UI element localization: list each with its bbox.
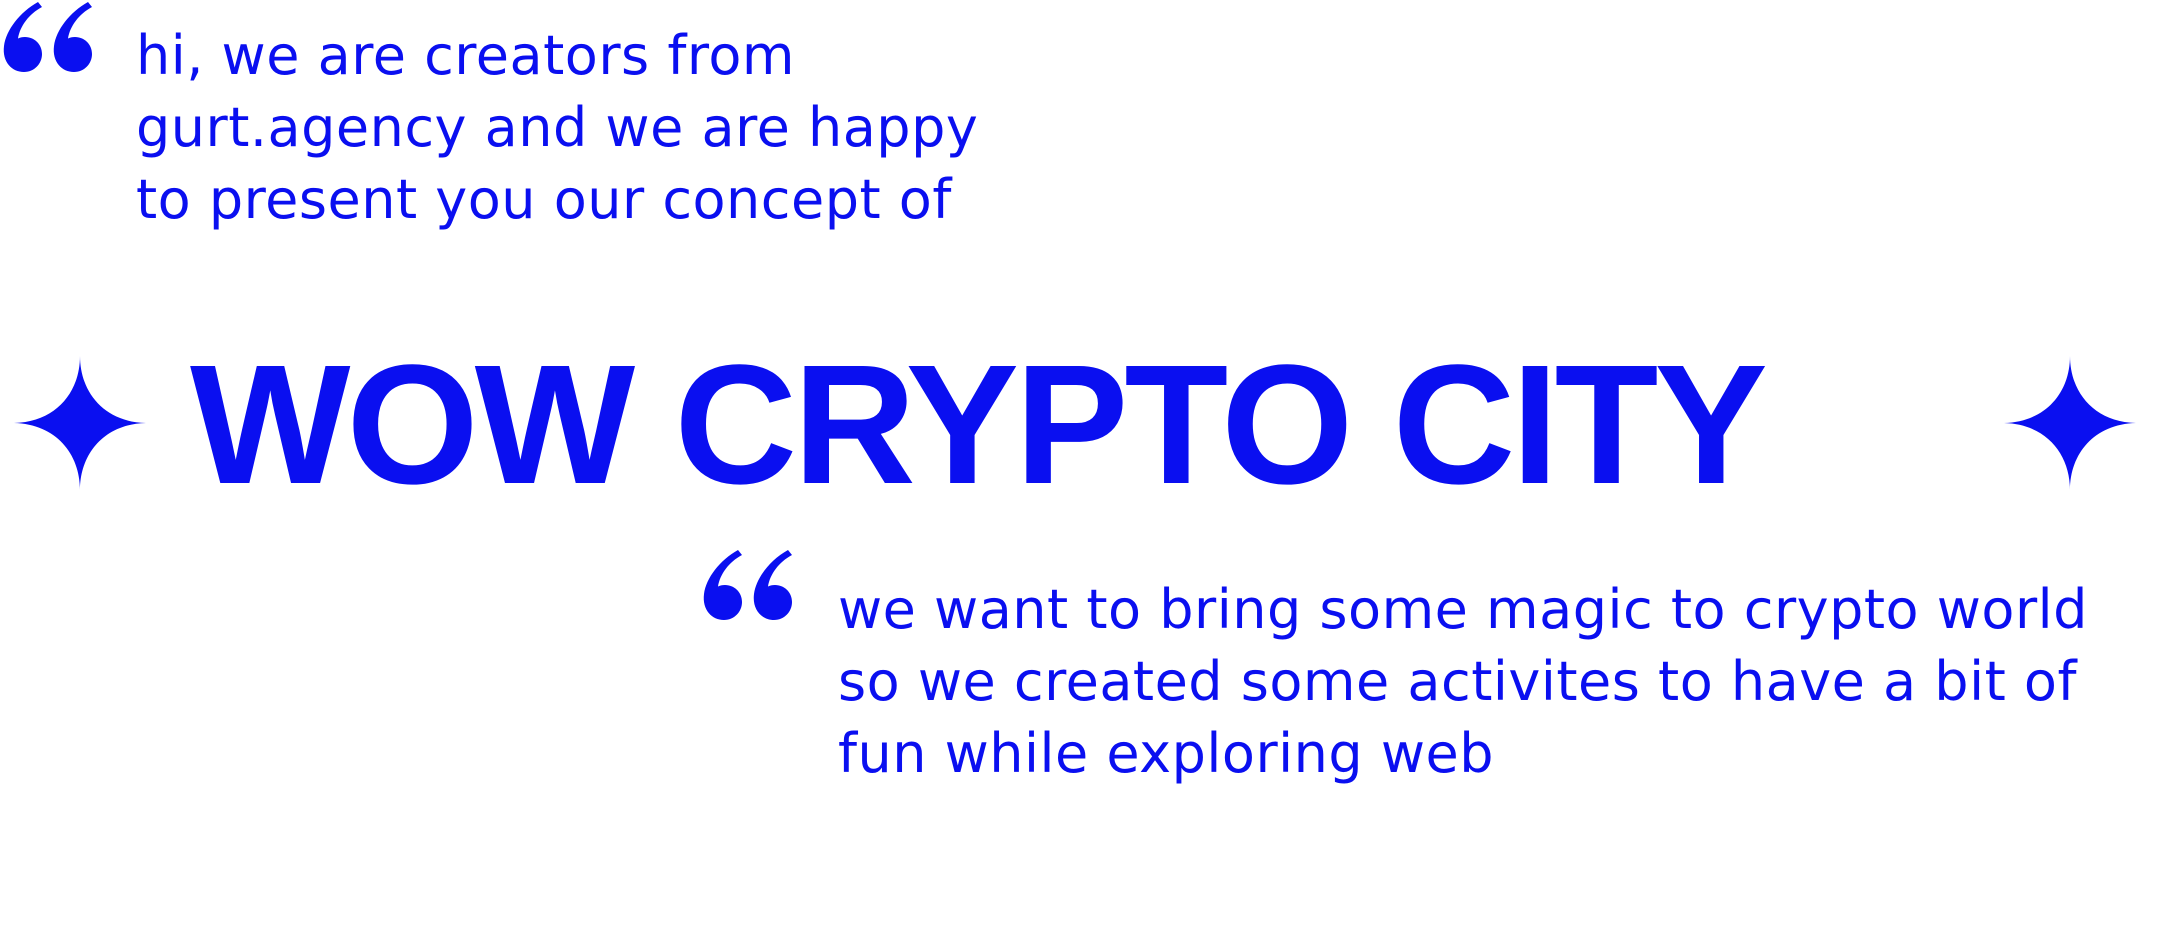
intro-line: to present you our concept of — [136, 168, 952, 231]
mission-paragraph: we want to bring some magic to crypto wo… — [838, 574, 2088, 790]
intro-line: gurt.agency and we are happy — [136, 96, 979, 159]
four-point-star-icon — [2004, 356, 2136, 490]
opening-quote-icon — [700, 548, 796, 624]
headline-row: WOW CRYPTO CITY — [0, 330, 2180, 520]
intro-paragraph: hi, we are creators from gurt.agency and… — [136, 20, 978, 236]
four-point-star-icon — [14, 356, 146, 490]
mission-line: we want to bring some magic to crypto wo… — [838, 578, 2088, 641]
intro-line: hi, we are creators from — [136, 24, 795, 87]
headline-title: WOW CRYPTO CITY — [190, 330, 1768, 520]
mission-line: so we created some activites to have a b… — [838, 650, 2077, 713]
mission-line: fun while exploring web — [838, 722, 1494, 785]
opening-quote-icon — [0, 0, 96, 76]
